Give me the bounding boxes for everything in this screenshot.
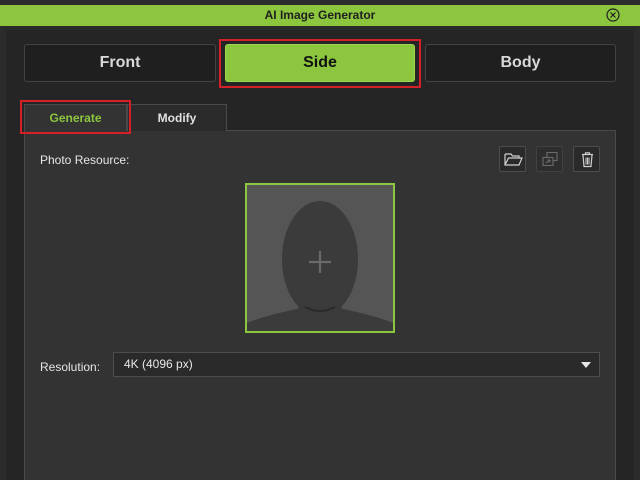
folder-open-icon [504, 153, 523, 166]
front-button[interactable]: Front [24, 44, 216, 82]
delete-button[interactable] [573, 146, 600, 172]
photo-drop-area[interactable] [245, 183, 395, 333]
close-circle-icon[interactable] [606, 8, 620, 22]
open-folder-button[interactable] [499, 146, 526, 172]
resolution-value: 4K (4096 px) [124, 357, 193, 371]
person-silhouette-icon [247, 185, 393, 331]
tab-modify[interactable]: Modify [127, 104, 227, 131]
replace-image-icon [542, 151, 558, 167]
tab-divider [227, 130, 616, 131]
trash-icon [582, 152, 593, 168]
resolution-select[interactable]: 4K (4096 px) [113, 352, 600, 377]
resolution-label: Resolution: [40, 360, 101, 374]
body-button[interactable]: Body [425, 44, 616, 82]
tab-generate[interactable]: Generate [24, 104, 127, 131]
window-title: AI Image Generator [264, 8, 376, 22]
chevron-down-icon [581, 362, 591, 368]
side-button[interactable]: Side [225, 44, 415, 82]
title-bar: AI Image Generator [0, 0, 640, 30]
replace-image-button[interactable] [536, 146, 563, 172]
photo-resource-label: Photo Resource: [40, 153, 130, 167]
